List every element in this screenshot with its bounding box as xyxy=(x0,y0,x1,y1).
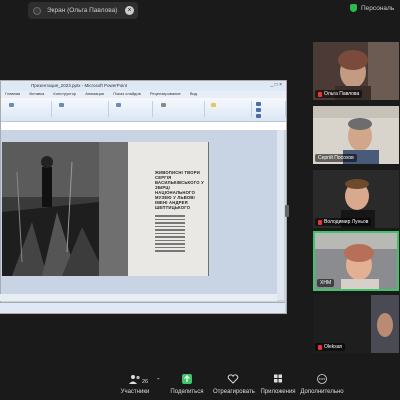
horizontal-scrollbar[interactable] xyxy=(0,294,277,301)
participant-name-label: Володимир Луньов xyxy=(315,218,372,226)
window-title: Презентация_2023.pptx - Microsoft PowerP… xyxy=(31,83,127,88)
shapes-icon[interactable] xyxy=(161,103,166,107)
apps-grid-icon xyxy=(274,374,282,383)
ribbon-tab[interactable]: Вставка xyxy=(29,91,44,96)
arrange-icon[interactable] xyxy=(211,103,216,107)
black-and-white-photo xyxy=(2,142,99,276)
participant-name-label: Oleksan xyxy=(315,343,346,351)
react-button[interactable]: Отреагировать xyxy=(213,374,255,395)
replace-icon[interactable] xyxy=(256,108,261,112)
participant-name-label: Ольга Павлова xyxy=(315,90,363,98)
security-shield-icon xyxy=(350,4,357,12)
react-label: Отреагировать xyxy=(213,389,255,395)
select-icon[interactable] xyxy=(256,114,261,118)
find-icon[interactable] xyxy=(256,102,261,106)
participant-video-tile[interactable]: Oleksan xyxy=(313,295,399,353)
ribbon-tab[interactable]: Рецензирование xyxy=(150,91,181,96)
view-label: Персональ xyxy=(361,4,395,12)
meeting-top-bar: Экран (Ольга Павлова) × Персональ xyxy=(0,0,400,22)
ribbon-tab[interactable]: Показ слайдов xyxy=(113,91,141,96)
screen-share-indicator[interactable]: Экран (Ольга Павлова) × xyxy=(28,2,138,19)
participant-video-tile[interactable]: Володимир Луньов xyxy=(313,170,399,228)
view-mode-button[interactable]: Персональ xyxy=(350,4,394,12)
window-title-bar: Презентация_2023.pptx - Microsoft PowerP… xyxy=(1,81,286,91)
apps-button[interactable]: Приложения xyxy=(258,374,298,395)
ribbon-tab[interactable]: Главная xyxy=(5,91,20,96)
ribbon-tab[interactable]: Конструктор xyxy=(53,91,76,96)
share-arrow-icon xyxy=(182,374,192,384)
more-label: Дополнительно xyxy=(300,389,344,395)
split-resize-handle[interactable] xyxy=(285,205,289,217)
article-title: ЖИВОПИСНІ ТВОРИ СЕРГІЯ ВАСИЛЬКІВСЬКОГО У… xyxy=(155,170,204,210)
participants-label: Участники xyxy=(120,389,150,395)
more-button[interactable]: Дополнительно xyxy=(300,374,344,395)
close-icon[interactable]: × xyxy=(125,6,134,15)
muted-mic-icon xyxy=(318,91,322,97)
muted-mic-icon xyxy=(318,344,322,350)
more-dots-icon xyxy=(317,374,327,384)
ribbon-tab[interactable]: Вид xyxy=(190,91,197,96)
ribbon-tab[interactable]: Анимация xyxy=(85,91,104,96)
people-icon xyxy=(129,375,140,384)
participant-name-label: Сергій Посохов xyxy=(315,154,357,162)
ribbon-toolbar xyxy=(1,98,286,122)
participants-count: 26 xyxy=(142,379,149,385)
vertical-scrollbar[interactable] xyxy=(277,130,284,300)
share-label: Экран (Ольга Павлова) xyxy=(47,7,118,14)
article-body-text xyxy=(155,215,185,254)
meeting-toolbar: Участники 26 ⌃ Поделиться Отреагировать … xyxy=(0,370,400,400)
ribbon-tabs: Главная Вставка Конструктор Анимация Пок… xyxy=(1,91,286,98)
paste-icon[interactable] xyxy=(9,103,14,107)
participants-caret-icon[interactable]: ⌃ xyxy=(156,378,161,384)
share-status-icon xyxy=(33,6,41,15)
participant-video-tile[interactable]: Ольга Павлова xyxy=(313,42,399,100)
participant-name-label: ХНМ xyxy=(317,279,335,287)
participant-video-tile[interactable]: Сергій Посохов xyxy=(313,106,399,164)
share-label: Поделиться xyxy=(170,389,204,395)
window-status-bar xyxy=(0,302,285,313)
apps-label: Приложения xyxy=(260,389,296,395)
heart-icon xyxy=(227,374,239,384)
muted-mic-icon xyxy=(318,219,322,225)
new-slide-icon[interactable] xyxy=(59,103,64,107)
font-icon[interactable] xyxy=(116,103,121,107)
painter-photo-image xyxy=(2,142,99,276)
share-screen-button[interactable]: Поделиться xyxy=(170,374,204,395)
window-controls[interactable]: _ □ × xyxy=(271,82,283,88)
active-speaker-tile[interactable]: ХНМ xyxy=(313,231,399,291)
